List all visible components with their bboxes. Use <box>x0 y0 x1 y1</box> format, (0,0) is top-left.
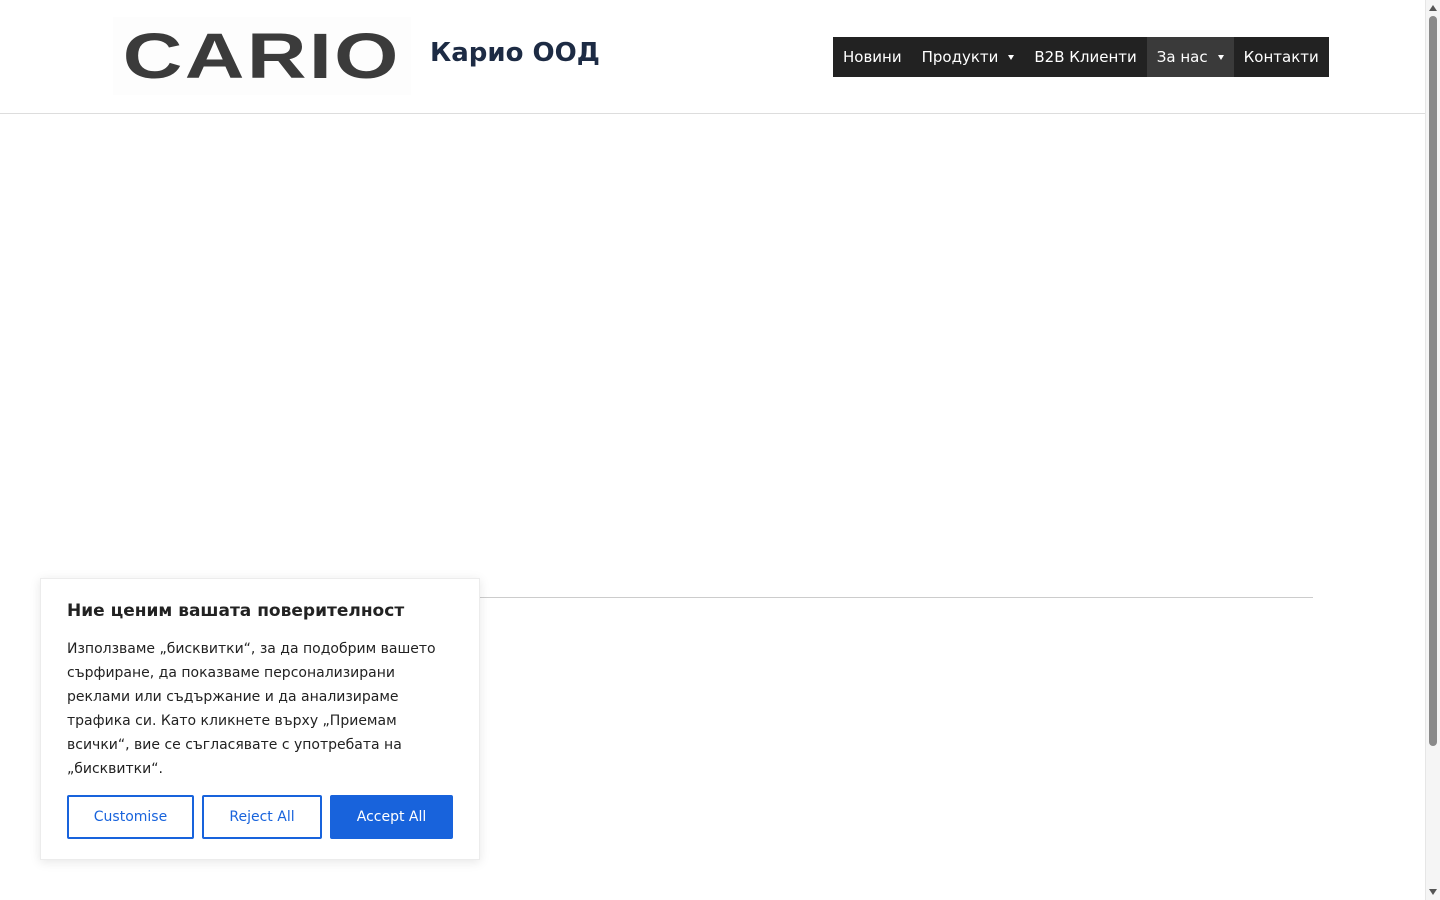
nav-item-label: Продукти <box>921 48 999 66</box>
caret-down-icon <box>1008 54 1015 60</box>
nav-item-contacts[interactable]: Контакти <box>1234 37 1329 77</box>
reject-all-button[interactable]: Reject All <box>202 795 322 839</box>
scrollbar-thumb[interactable] <box>1429 16 1437 746</box>
nav-item-about-us[interactable]: За нас <box>1146 37 1234 77</box>
vertical-scrollbar[interactable] <box>1425 0 1440 900</box>
logo-wordmark: CARIO <box>123 20 401 92</box>
nav-item-products[interactable]: Продукти <box>912 37 1025 77</box>
accept-all-button[interactable]: Accept All <box>330 795 453 839</box>
main-navigation: Новини Продукти B2B Клиенти За нас Конта… <box>833 37 1329 77</box>
site-logo[interactable]: CARIO <box>113 17 411 95</box>
page: CARIO Карио ООД Новини Продукти B2B Клие… <box>0 0 1440 900</box>
cookie-consent-banner: Ние ценим вашата поверителност Използвам… <box>40 578 480 860</box>
site-header: CARIO Карио ООД Новини Продукти B2B Клие… <box>0 0 1425 114</box>
cookie-banner-text: Използваме „бисквитки“, за да подобрим в… <box>67 641 436 777</box>
nav-item-b2b-clients[interactable]: B2B Клиенти <box>1024 37 1146 77</box>
nav-item-label: За нас <box>1156 48 1208 66</box>
nav-item-label: Контакти <box>1243 48 1319 66</box>
nav-item-news[interactable]: Новини <box>833 37 912 77</box>
scroll-up-arrow-icon[interactable] <box>1429 5 1437 11</box>
nav-item-label: Новини <box>843 48 902 66</box>
customise-button[interactable]: Customise <box>67 795 194 839</box>
nav-item-label: B2B Клиенти <box>1034 48 1137 66</box>
scroll-down-arrow-icon[interactable] <box>1429 889 1437 895</box>
cookie-button-group: Customise Reject All Accept All <box>67 795 453 839</box>
cookie-banner-title: Ние ценим вашата поверителност <box>67 601 405 621</box>
site-title[interactable]: Карио ООД <box>430 38 600 68</box>
caret-down-icon <box>1217 54 1224 60</box>
